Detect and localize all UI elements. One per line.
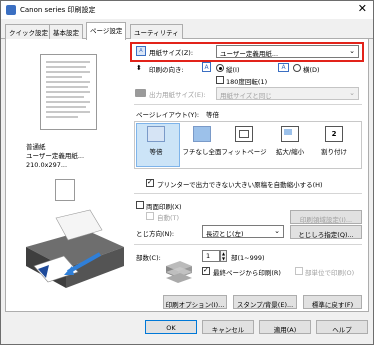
layout-scaled-label: 拡大/縮小 (275, 148, 305, 156)
printer-illustration (26, 209, 124, 288)
printer-settings-dialog: Canon series 印刷設定 ✕ クイック設定 基本設定 ページ設定 ユー… (0, 0, 374, 345)
chevron-down-icon: ⌄ (349, 47, 355, 55)
duplex-checkbox[interactable] (136, 201, 144, 209)
orientation-icon: ⬍ (136, 64, 142, 72)
divider (134, 193, 362, 194)
tab-main[interactable]: 基本設定 (49, 24, 83, 39)
paper-feed-preview (55, 179, 75, 201)
layout-page-layout-icon[interactable]: 2 (325, 126, 343, 142)
copies-stepper[interactable]: ▲ ▼ (220, 250, 227, 262)
media-size-text: ユーザー定義用紙... 210.0x297... (26, 152, 85, 169)
page-setup-panel: 普通紙 ユーザー定義用紙... 210.0x297... A 用紙サイズ(Z):… (5, 39, 369, 312)
page-size-icon: A (136, 46, 146, 56)
binding-value: 長辺とじ(左) (206, 230, 244, 238)
printer-app-icon (6, 5, 16, 15)
apply-button[interactable]: 適用(A) (259, 320, 311, 334)
output-size-dropdown[interactable]: 用紙サイズと同じ ⌄ (216, 87, 359, 100)
collate-checkbox[interactable] (295, 267, 303, 275)
help-button[interactable]: ヘルプ (316, 320, 368, 334)
binding-margin-button[interactable]: とじしろ指定(Q)... (290, 225, 362, 239)
chevron-down-icon: ⌄ (274, 227, 280, 235)
dialog-footer: OK キャンセル 適用(A) ヘルプ (1, 313, 373, 344)
output-size-value: 用紙サイズと同じ (220, 92, 272, 100)
last-page-first-label: 最終ページから印刷(R) (213, 269, 281, 277)
page-size-dropdown[interactable]: ユーザー定義用紙... ⌄ (216, 45, 359, 58)
portrait-radio[interactable] (216, 64, 224, 72)
page-layout-label: ページレイアウト(Y): (136, 111, 200, 119)
window-title: Canon series 印刷設定 (20, 6, 96, 14)
title-bar: Canon series 印刷設定 ✕ (1, 1, 373, 19)
page-preview (40, 54, 97, 130)
auto-reduce-label: プリンターで出力できない大きい原稿を自動縮小する(H) (157, 181, 323, 189)
restore-defaults-button[interactable]: 標準に戻す(F) (303, 295, 362, 309)
portrait-label: 縦(I) (226, 66, 240, 74)
rotate180-checkbox[interactable] (216, 76, 224, 84)
landscape-icon: A (278, 63, 289, 72)
collate-label: 部単位で印刷(O) (305, 269, 355, 277)
media-info: 普通紙 ユーザー定義用紙... 210.0x297... (26, 143, 126, 170)
layout-page-layout-label: 割り付け (321, 148, 347, 156)
duplex-auto-label: 自動(T) (157, 214, 180, 222)
divider (134, 244, 362, 245)
layout-borderless-label: フチなし全面 (182, 148, 222, 156)
copies-input[interactable]: 1 (202, 250, 220, 262)
tab-utility[interactable]: ユーティリティ (130, 24, 183, 39)
close-icon[interactable]: ✕ (358, 3, 367, 15)
page-size-label: 用紙サイズ(Z): (149, 49, 194, 57)
last-page-first-checkbox[interactable] (202, 266, 210, 275)
print-options-button[interactable]: 印刷オプション(I)... (163, 295, 227, 309)
copies-label: 部数(C): (136, 254, 161, 262)
cancel-button[interactable]: キャンセル (202, 320, 254, 334)
ok-button[interactable]: OK (145, 320, 197, 334)
duplex-auto-checkbox[interactable] (146, 212, 154, 220)
output-size-label: 出力用紙サイズ(E): (149, 91, 206, 99)
tab-page-setup[interactable]: ページ設定 (86, 22, 127, 40)
rotate180-label: 180度回転(1) (226, 78, 268, 86)
copies-range: 部(1~999) (231, 254, 265, 262)
layout-fit-page-label: フィットページ (221, 148, 267, 156)
layout-scaled-icon[interactable] (281, 126, 299, 142)
tab-bar: クイック設定 基本設定 ページ設定 ユーティリティ (1, 19, 373, 40)
duplex-label: 両面印刷(X) (146, 203, 182, 211)
divider (134, 104, 362, 105)
print-area-button[interactable]: 印刷領域設定(I)... (290, 210, 362, 224)
landscape-label: 横(D) (303, 66, 320, 74)
auto-reduce-checkbox[interactable] (146, 178, 154, 187)
copies-stack-icon (166, 261, 192, 283)
orientation-label: 印刷の向き: (149, 66, 184, 74)
landscape-radio[interactable] (293, 64, 301, 72)
chevron-down-icon: ⌄ (349, 89, 355, 97)
page-layout-current: 等倍 (206, 111, 219, 119)
layout-normal-label: 等倍 (149, 148, 163, 156)
binding-label: とじ方向(N): (136, 230, 175, 238)
media-type-text: 普通紙 (26, 143, 46, 151)
output-size-icon (135, 89, 146, 97)
binding-dropdown[interactable]: 長辺とじ(左) ⌄ (202, 225, 284, 238)
layout-fit-page-icon[interactable] (235, 126, 253, 142)
tab-quick-setup[interactable]: クイック設定 (5, 24, 52, 39)
portrait-icon: A (202, 62, 211, 72)
stamp-background-button[interactable]: スタンプ/背景(E)... (233, 295, 297, 309)
page-size-value: ユーザー定義用紙... (220, 50, 279, 58)
layout-borderless-icon[interactable] (193, 126, 211, 142)
layout-normal-icon (147, 126, 165, 142)
